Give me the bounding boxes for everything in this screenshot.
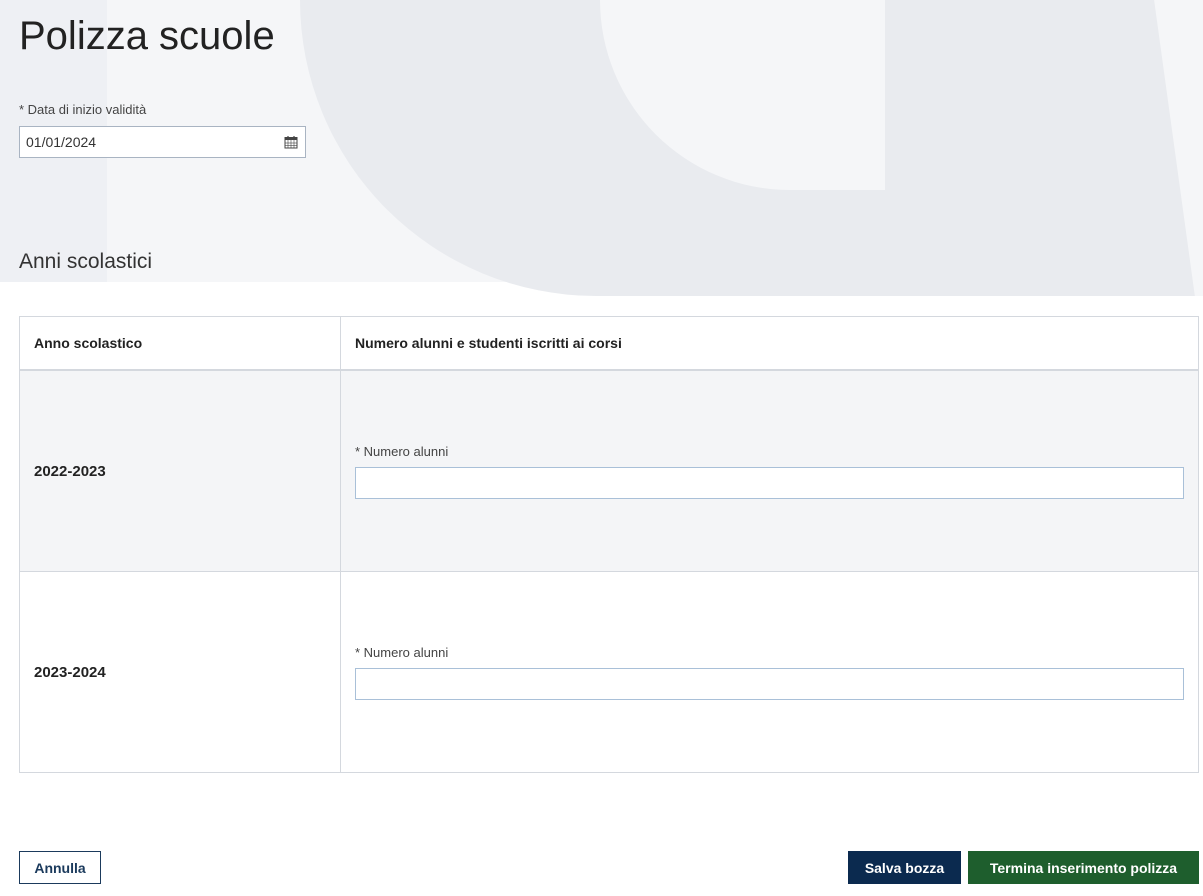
finish-policy-button[interactable]: Termina inserimento polizza bbox=[968, 851, 1199, 884]
save-draft-button[interactable]: Salva bozza bbox=[848, 851, 961, 884]
year-label: 2022-2023 bbox=[34, 462, 106, 480]
year-cell: 2023-2024 bbox=[20, 572, 341, 772]
school-years-table: Anno scolastico Numero alunni e studenti… bbox=[19, 316, 1199, 773]
students-input-2022-2023[interactable] bbox=[355, 466, 1184, 499]
header-student-count: Numero alunni e studenti iscritti ai cor… bbox=[355, 335, 622, 351]
table-header-row: Anno scolastico Numero alunni e studenti… bbox=[20, 317, 1198, 371]
students-cell: * Numero alunni bbox=[341, 371, 1198, 571]
year-label: 2023-2024 bbox=[34, 663, 106, 681]
header-school-year: Anno scolastico bbox=[20, 317, 341, 369]
students-field-label: * Numero alunni bbox=[355, 644, 449, 660]
table-row: 2022-2023 * Numero alunni bbox=[20, 371, 1198, 571]
year-cell: 2022-2023 bbox=[20, 371, 341, 571]
students-cell: * Numero alunni bbox=[341, 572, 1198, 772]
validity-date-field[interactable] bbox=[19, 126, 306, 158]
cancel-button[interactable]: Annulla bbox=[19, 851, 101, 884]
table-row: 2023-2024 * Numero alunni bbox=[20, 571, 1198, 772]
validity-date-input[interactable] bbox=[26, 134, 283, 150]
students-field-label: * Numero alunni bbox=[355, 443, 449, 459]
validity-date-label: * Data di inizio validità bbox=[19, 102, 147, 117]
page-title: Polizza scuole bbox=[19, 14, 275, 58]
section-title: Anni scolastici bbox=[19, 250, 153, 273]
students-input-2023-2024[interactable] bbox=[355, 667, 1184, 700]
calendar-icon[interactable] bbox=[283, 134, 299, 150]
page-content: Polizza scuole * Data di inizio validità… bbox=[0, 0, 1203, 896]
